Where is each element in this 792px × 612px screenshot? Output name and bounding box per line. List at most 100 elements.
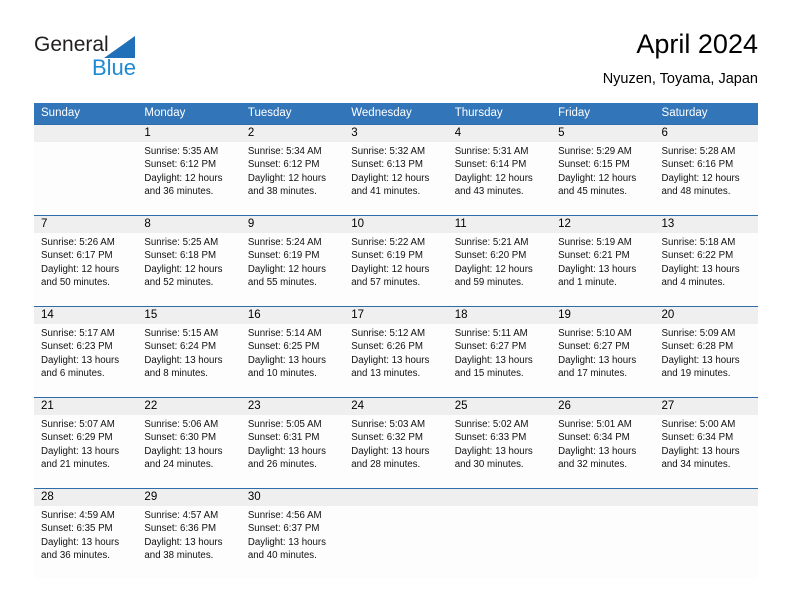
sunset-text: Sunset: 6:23 PM [41,341,113,353]
day-detail-band: Sunrise: 4:59 AM Sunset: 6:35 PM Dayligh… [34,506,758,579]
day-cell[interactable]: Sunrise: 5:29 AM Sunset: 6:15 PM Dayligh… [551,142,654,215]
day-cell[interactable]: Sunrise: 5:05 AM Sunset: 6:31 PM Dayligh… [241,415,344,488]
day-cell[interactable] [551,506,654,579]
daylight-text-line2: and 52 minutes. [144,277,214,289]
sunset-text: Sunset: 6:37 PM [247,523,320,535]
sunrise-text: Sunrise: 4:57 AM [144,510,219,521]
weekday-header-row: Sunday Monday Tuesday Wednesday Thursday… [34,103,758,124]
daylight-text-line2: and 36 minutes. [144,186,214,198]
sunset-text: Sunset: 6:27 PM [454,341,527,353]
daylight-text-line1: Daylight: 12 hours [454,172,533,184]
day-cell[interactable]: Sunrise: 5:03 AM Sunset: 6:32 PM Dayligh… [344,415,447,488]
day-cell[interactable]: Sunrise: 5:25 AM Sunset: 6:18 PM Dayligh… [137,233,240,306]
sunrise-text: Sunrise: 5:14 AM [247,328,322,339]
daylight-text-line1: Daylight: 13 hours [41,445,120,457]
day-cell[interactable]: Sunrise: 5:12 AM Sunset: 6:26 PM Dayligh… [344,324,447,397]
weekday-header-sunday: Sunday [41,107,81,119]
daylight-text-line2: and 50 minutes. [41,277,110,289]
daylight-text-line2: and 26 minutes. [247,459,317,471]
day-cell[interactable]: Sunrise: 5:19 AM Sunset: 6:21 PM Dayligh… [551,233,654,306]
daylight-text-line1: Daylight: 12 hours [247,172,326,184]
day-cell[interactable]: Sunrise: 5:02 AM Sunset: 6:33 PM Dayligh… [448,415,551,488]
day-detail-band: Sunrise: 5:35 AM Sunset: 6:12 PM Dayligh… [34,142,758,215]
day-number: 15 [144,309,158,321]
day-number: 25 [454,400,468,412]
day-number: 7 [41,218,48,230]
day-cell[interactable]: Sunrise: 5:28 AM Sunset: 6:16 PM Dayligh… [655,142,758,215]
weekday-header-tuesday: Tuesday [247,107,292,119]
day-number [344,489,447,506]
day-cell[interactable]: Sunrise: 5:21 AM Sunset: 6:20 PM Dayligh… [448,233,551,306]
daylight-text-line2: and 45 minutes. [558,186,628,198]
day-cell[interactable]: Sunrise: 4:56 AM Sunset: 6:37 PM Dayligh… [241,506,344,579]
day-number: 26 [558,400,571,412]
day-cell[interactable]: Sunrise: 5:14 AM Sunset: 6:25 PM Dayligh… [241,324,344,397]
day-cell[interactable]: Sunrise: 5:17 AM Sunset: 6:23 PM Dayligh… [34,324,137,397]
day-cell[interactable]: Sunrise: 5:00 AM Sunset: 6:34 PM Dayligh… [655,415,758,488]
daylight-text-line2: and 40 minutes. [247,550,317,562]
day-cell[interactable]: Sunrise: 5:06 AM Sunset: 6:30 PM Dayligh… [137,415,240,488]
day-number [655,489,758,506]
sunset-text: Sunset: 6:22 PM [661,250,734,262]
day-cell[interactable]: Sunrise: 5:18 AM Sunset: 6:22 PM Dayligh… [655,233,758,306]
day-cell[interactable]: Sunrise: 5:24 AM Sunset: 6:19 PM Dayligh… [241,233,344,306]
day-number-band: 14 15 16 17 18 19 20 [34,307,758,324]
daylight-text-line2: and 38 minutes. [144,550,214,562]
sunset-text: Sunset: 6:30 PM [144,432,217,444]
day-number [551,489,654,506]
calendar-week-row: 14 15 16 17 18 19 20 Sunrise: 5:17 AM Su… [34,306,758,397]
sunrise-text: Sunrise: 5:29 AM [558,146,632,157]
day-number-band: 28 29 30 [34,489,758,506]
day-cell[interactable] [344,506,447,579]
sunrise-text: Sunrise: 5:05 AM [247,419,322,430]
sunset-text: Sunset: 6:26 PM [351,341,423,353]
daylight-text-line1: Daylight: 13 hours [454,445,533,457]
daylight-text-line2: and 1 minute. [558,277,617,289]
day-number: 21 [41,400,54,412]
day-cell[interactable] [34,142,137,215]
daylight-text-line2: and 4 minutes. [661,277,726,289]
daylight-text-line2: and 34 minutes. [661,459,731,471]
day-cell[interactable]: Sunrise: 4:59 AM Sunset: 6:35 PM Dayligh… [34,506,137,579]
daylight-text-line1: Daylight: 12 hours [144,172,223,184]
day-number: 28 [41,491,54,503]
day-cell[interactable]: Sunrise: 4:57 AM Sunset: 6:36 PM Dayligh… [137,506,240,579]
sunrise-text: Sunrise: 5:15 AM [144,328,219,339]
sunrise-text: Sunrise: 5:21 AM [454,237,529,248]
sunrise-text: Sunrise: 5:25 AM [144,237,219,248]
day-detail-band: Sunrise: 5:07 AM Sunset: 6:29 PM Dayligh… [34,415,758,488]
sunset-text: Sunset: 6:15 PM [558,159,630,171]
sunset-text: Sunset: 6:19 PM [247,250,320,262]
daylight-text-line2: and 17 minutes. [558,368,628,380]
day-cell[interactable]: Sunrise: 5:22 AM Sunset: 6:19 PM Dayligh… [344,233,447,306]
day-cell[interactable]: Sunrise: 5:31 AM Sunset: 6:14 PM Dayligh… [448,142,551,215]
day-number [448,489,551,506]
day-cell[interactable]: Sunrise: 5:26 AM Sunset: 6:17 PM Dayligh… [34,233,137,306]
day-cell[interactable] [448,506,551,579]
day-cell[interactable]: Sunrise: 5:01 AM Sunset: 6:34 PM Dayligh… [551,415,654,488]
day-cell[interactable]: Sunrise: 5:15 AM Sunset: 6:24 PM Dayligh… [137,324,240,397]
sunrise-text: Sunrise: 5:03 AM [351,419,426,430]
day-cell[interactable]: Sunrise: 5:10 AM Sunset: 6:27 PM Dayligh… [551,324,654,397]
weekday-header-monday: Monday [144,107,186,119]
calendar-week-row: 1 2 3 4 5 6 Sunrise: 5:35 AM Sunset: 6:1… [34,124,758,215]
daylight-text-line1: Daylight: 12 hours [454,263,533,275]
general-blue-logo[interactable]: General Blue [34,33,234,89]
daylight-text-line1: Daylight: 13 hours [247,354,326,366]
day-number: 23 [247,400,261,412]
day-cell[interactable]: Sunrise: 5:11 AM Sunset: 6:27 PM Dayligh… [448,324,551,397]
day-cell[interactable] [655,506,758,579]
day-cell[interactable]: Sunrise: 5:07 AM Sunset: 6:29 PM Dayligh… [34,415,137,488]
day-number-band: 7 8 9 10 11 12 13 [34,216,758,233]
sunrise-text: Sunrise: 5:22 AM [351,237,426,248]
day-cell[interactable]: Sunrise: 5:34 AM Sunset: 6:12 PM Dayligh… [241,142,344,215]
daylight-text-line2: and 57 minutes. [351,277,421,289]
day-cell[interactable]: Sunrise: 5:32 AM Sunset: 6:13 PM Dayligh… [344,142,447,215]
daylight-text-line2: and 15 minutes. [454,368,524,380]
sunset-text: Sunset: 6:14 PM [454,159,527,171]
sunset-text: Sunset: 6:35 PM [41,523,113,535]
sunrise-text: Sunrise: 5:26 AM [41,237,115,248]
day-cell[interactable]: Sunrise: 5:35 AM Sunset: 6:12 PM Dayligh… [137,142,240,215]
day-cell[interactable]: Sunrise: 5:09 AM Sunset: 6:28 PM Dayligh… [655,324,758,397]
daylight-text-line2: and 19 minutes. [661,368,731,380]
